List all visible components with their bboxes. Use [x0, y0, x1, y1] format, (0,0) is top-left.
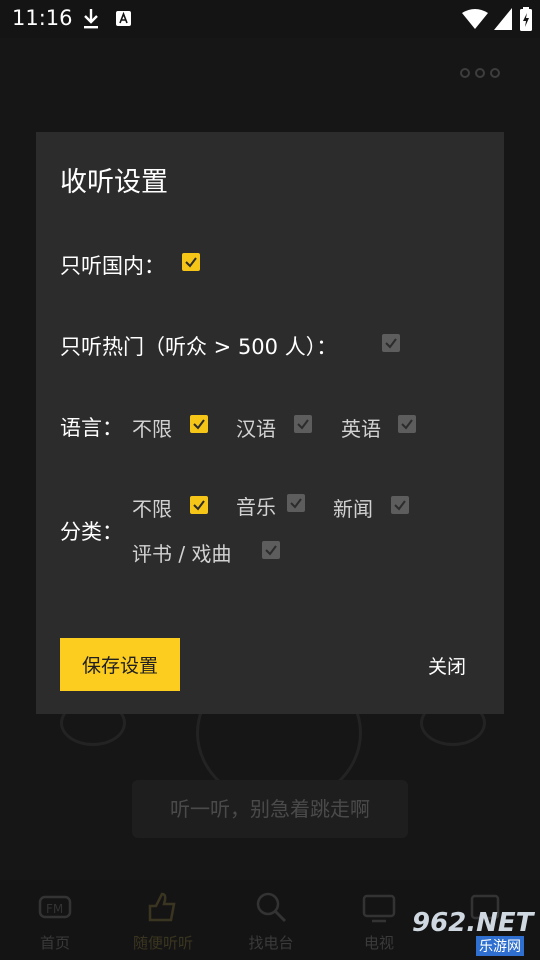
language-option-any-checkbox[interactable]: [190, 415, 208, 433]
popular-only-checkbox[interactable]: [382, 334, 400, 352]
watermark-logo-text: 962.NET: [412, 908, 534, 938]
hint-banner: 听一听，别急着跳走啊: [132, 780, 408, 838]
language-option-chinese-checkbox[interactable]: [294, 415, 312, 433]
domestic-only-checkbox[interactable]: [182, 253, 200, 271]
language-label: 语言：: [60, 416, 123, 440]
wifi-icon: [462, 9, 488, 29]
category-option-any-label[interactable]: 不限: [132, 493, 172, 522]
popular-only-label: 只听热门（听众 > 500 人）：: [60, 335, 338, 359]
status-time: 11:16: [12, 6, 73, 30]
check-icon: [185, 257, 197, 268]
check-icon: [297, 419, 309, 430]
check-icon: [193, 500, 205, 511]
battery-charging-icon: [520, 7, 532, 31]
check-icon: [385, 338, 397, 349]
download-icon: [84, 9, 98, 29]
tab-random-listen[interactable]: 随便听听: [118, 880, 208, 960]
fm-icon: FM: [38, 895, 72, 919]
language-option-english-label[interactable]: 英语: [341, 413, 381, 442]
search-icon: [256, 892, 287, 923]
thumb-icon: [148, 892, 176, 922]
svg-text:FM: FM: [46, 902, 63, 916]
save-settings-button[interactable]: 保存设置: [60, 638, 180, 691]
language-option-any-label[interactable]: 不限: [132, 413, 172, 442]
language-option-chinese-label[interactable]: 汉语: [236, 413, 276, 442]
category-option-storytelling-checkbox[interactable]: [262, 541, 280, 559]
category-label: 分类：: [60, 520, 123, 544]
close-button[interactable]: 关闭: [410, 642, 484, 688]
check-icon: [265, 545, 277, 556]
category-option-storytelling-label[interactable]: 评书 / 戏曲: [132, 538, 231, 567]
dialog-title: 收听设置: [60, 167, 168, 198]
site-watermark: 962.NET 乐游网: [404, 906, 534, 956]
signal-icon: [494, 8, 512, 30]
check-icon: [193, 419, 205, 430]
tab-find-station[interactable]: 找电台: [226, 880, 316, 960]
category-option-news-label[interactable]: 新闻: [333, 493, 373, 522]
listen-settings-dialog: 收听设置 只听国内： 只听热门（听众 > 500 人）： 语言： 不限 汉语 英…: [36, 132, 504, 714]
category-option-news-checkbox[interactable]: [391, 496, 409, 514]
category-option-any-checkbox[interactable]: [190, 496, 208, 514]
domestic-only-label: 只听国内：: [60, 254, 165, 278]
check-icon: [394, 500, 406, 511]
keyboard-a-icon: [116, 11, 131, 26]
watermark-sub-text: 乐游网: [476, 936, 524, 956]
language-option-english-checkbox[interactable]: [398, 415, 416, 433]
more-options-icon[interactable]: [460, 66, 500, 80]
category-option-music-label[interactable]: 音乐: [236, 491, 276, 520]
tv-icon: [362, 894, 396, 923]
check-icon: [290, 498, 302, 509]
category-option-music-checkbox[interactable]: [287, 494, 305, 512]
check-icon: [401, 419, 413, 430]
tab-home[interactable]: FM 首页: [10, 880, 100, 960]
status-bar: 11:16: [0, 0, 540, 38]
